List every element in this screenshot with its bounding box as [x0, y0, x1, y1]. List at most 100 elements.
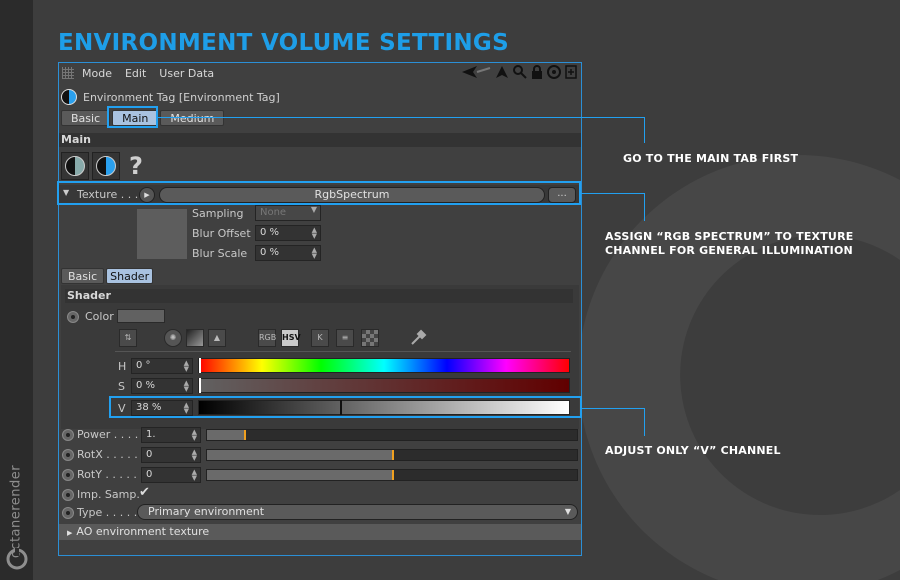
- blur-scale-field[interactable]: 0 % ▲ ▼: [255, 245, 321, 261]
- stepper-icon[interactable]: ▲ ▼: [192, 469, 197, 482]
- help-icon[interactable]: ?: [129, 152, 143, 180]
- shader-tab-shader[interactable]: Shader: [106, 268, 154, 284]
- shader-tabs: Basic Shader: [61, 268, 154, 284]
- power-label: Power . . . .: [77, 428, 139, 441]
- stepper-icon[interactable]: ▲ ▼: [184, 360, 189, 373]
- tag-title: Environment Tag [Environment Tag]: [83, 90, 280, 104]
- brand-logo: octanerender: [2, 434, 32, 580]
- h-field[interactable]: 0 ° ▲ ▼: [131, 358, 193, 374]
- target-icon[interactable]: [547, 65, 561, 79]
- swatches-icon[interactable]: [361, 329, 379, 347]
- roty-slider[interactable]: [206, 469, 578, 481]
- stepper-icon[interactable]: ▲ ▼: [312, 247, 317, 260]
- imp-samp-radio[interactable]: [62, 489, 74, 501]
- rotx-label: RotX . . . . .: [77, 448, 138, 461]
- chevron-down-icon: ▼: [564, 507, 571, 516]
- blur-offset-label: Blur Offset: [192, 227, 251, 240]
- blur-scale-value: 0 %: [260, 247, 280, 258]
- tab-basic[interactable]: Basic: [61, 110, 111, 126]
- background-logo-icon: [578, 155, 900, 580]
- rotx-slider[interactable]: [206, 449, 578, 461]
- env-preset-button-2[interactable]: [92, 152, 120, 180]
- callout-rgb-spectrum-2: CHANNEL FOR GENERAL ILLUMINATION: [605, 244, 853, 257]
- callout-line: [644, 408, 645, 436]
- callout-line: [581, 193, 645, 194]
- grip-icon[interactable]: [62, 67, 74, 79]
- ao-label: AO environment texture: [76, 525, 210, 538]
- param-rows: Power . . . . 1. ▲ ▼ RotX . . . . . 0 ▲ ▼ Ro…: [59, 425, 581, 507]
- tag-header: Environment Tag [Environment Tag]: [59, 87, 581, 107]
- spectrum-icon[interactable]: [186, 329, 204, 347]
- stepper-icon[interactable]: ▲ ▼: [192, 429, 197, 442]
- half-circle-icon: [65, 156, 85, 176]
- rgb-mode-button[interactable]: RGB: [258, 329, 276, 347]
- h-value: 0 °: [136, 360, 151, 371]
- sampling-select[interactable]: None ▼: [255, 205, 321, 221]
- h-label: H: [118, 360, 127, 373]
- type-dropdown[interactable]: Primary environment ▼: [137, 504, 578, 520]
- color-label: Color: [85, 310, 114, 323]
- shader-section-header: Shader: [65, 289, 573, 303]
- octane-logo-icon: [6, 548, 28, 570]
- texture-highlight: [57, 181, 581, 205]
- expand-triangle-icon: ▶: [67, 529, 73, 537]
- color-wheel-icon[interactable]: ✺: [164, 329, 182, 347]
- toolbar: [461, 65, 577, 79]
- rotx-slider-knob[interactable]: [392, 450, 394, 460]
- kelvin-mode-button[interactable]: K: [311, 329, 329, 347]
- type-label: Type . . . . .: [77, 506, 138, 519]
- add-window-icon[interactable]: [565, 65, 577, 79]
- blur-offset-value: 0 %: [260, 227, 280, 238]
- tab-medium[interactable]: Medium: [160, 110, 225, 126]
- v-channel-highlight: [109, 396, 582, 418]
- stepper-icon[interactable]: ▲ ▼: [184, 380, 189, 393]
- search-icon[interactable]: [513, 65, 527, 79]
- image-picker-icon[interactable]: ▲: [208, 329, 226, 347]
- color-radio[interactable]: [67, 311, 79, 323]
- imp-samp-checkbox[interactable]: ✔: [139, 485, 150, 500]
- ao-texture-group[interactable]: ▶ AO environment texture: [59, 524, 581, 540]
- color-swatch[interactable]: [117, 309, 165, 323]
- s-field[interactable]: 0 % ▲ ▼: [131, 378, 193, 394]
- menu-user-data[interactable]: User Data: [159, 67, 214, 80]
- s-value: 0 %: [136, 380, 156, 391]
- h-slider[interactable]: [198, 358, 570, 373]
- stepper-icon[interactable]: ▲ ▼: [192, 449, 197, 462]
- env-preset-button-1[interactable]: [61, 152, 89, 180]
- type-radio[interactable]: [62, 507, 74, 519]
- power-field[interactable]: 1. ▲ ▼: [141, 427, 201, 443]
- sampling-label: Sampling: [192, 207, 244, 220]
- hsv-mode-button[interactable]: HSV: [281, 329, 301, 347]
- power-slider-knob[interactable]: [244, 430, 246, 440]
- roty-label: RotY . . . . .: [77, 468, 137, 481]
- back-arrow-icon[interactable]: [461, 65, 491, 79]
- texture-preview: [137, 209, 187, 259]
- roty-slider-knob[interactable]: [392, 470, 394, 480]
- mixer-icon[interactable]: ≡: [336, 329, 354, 347]
- menu-edit[interactable]: Edit: [125, 67, 146, 80]
- blur-offset-field[interactable]: 0 % ▲ ▼: [255, 225, 321, 241]
- rotx-field[interactable]: 0 ▲ ▼: [141, 447, 201, 463]
- brand-name: octanerender: [8, 464, 24, 559]
- rotx-radio[interactable]: [62, 449, 74, 461]
- up-arrow-icon[interactable]: [495, 65, 509, 79]
- main-tab-highlight: [107, 106, 158, 128]
- roty-radio[interactable]: [62, 469, 74, 481]
- color-eyedropper-mode-icon[interactable]: ⇅: [119, 329, 137, 347]
- roty-field[interactable]: 0 ▲ ▼: [141, 467, 201, 483]
- callout-line: [644, 193, 645, 221]
- page-title: ENVIRONMENT VOLUME SETTINGS: [58, 30, 509, 56]
- s-slider[interactable]: [198, 378, 570, 393]
- menu-mode[interactable]: Mode: [82, 67, 112, 80]
- eyedropper-icon[interactable]: [409, 329, 427, 347]
- half-circle-blue-icon: [96, 156, 116, 176]
- lock-icon[interactable]: [531, 65, 543, 79]
- h-slider-knob[interactable]: [199, 358, 201, 373]
- power-radio[interactable]: [62, 429, 74, 441]
- menubar: Mode Edit User Data: [59, 63, 581, 83]
- callout-main-tab: GO TO THE MAIN TAB FIRST: [623, 152, 799, 165]
- power-slider[interactable]: [206, 429, 578, 441]
- shader-tab-basic[interactable]: Basic: [61, 268, 105, 284]
- stepper-icon[interactable]: ▲ ▼: [312, 227, 317, 240]
- s-slider-knob[interactable]: [199, 378, 201, 393]
